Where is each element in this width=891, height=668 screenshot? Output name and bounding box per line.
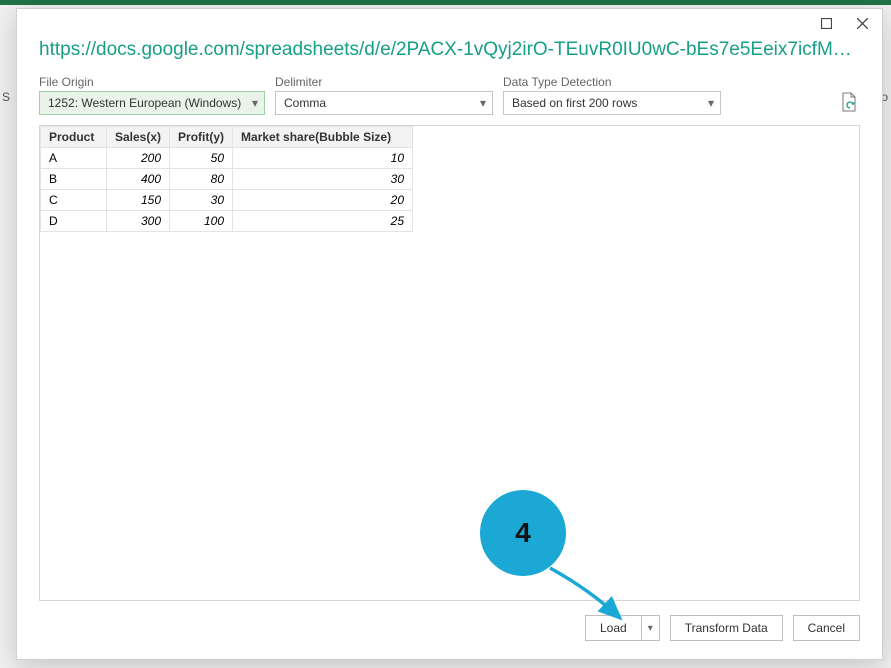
file-origin-select[interactable]: 1252: Western European (Windows) ▾ — [39, 91, 265, 115]
column-header[interactable]: Product — [41, 127, 107, 148]
import-preview-dialog: https://docs.google.com/spreadsheets/d/e… — [16, 8, 883, 660]
transform-data-button[interactable]: Transform Data — [670, 615, 783, 641]
chevron-down-icon: ▾ — [708, 96, 714, 110]
import-settings-row: File Origin 1252: Western European (Wind… — [39, 75, 860, 115]
cell: 400 — [107, 169, 170, 190]
column-header[interactable]: Profit(y) — [170, 127, 233, 148]
maximize-button[interactable] — [812, 12, 840, 34]
cell: A — [41, 148, 107, 169]
cell: 20 — [233, 190, 413, 211]
detection-value: Based on first 200 rows — [512, 96, 637, 110]
background-hint-left: S — [2, 90, 10, 104]
cell: 80 — [170, 169, 233, 190]
chevron-down-icon: ▾ — [648, 623, 653, 634]
column-header[interactable]: Market share(Bubble Size) — [233, 127, 413, 148]
cell: C — [41, 190, 107, 211]
cell: B — [41, 169, 107, 190]
column-header[interactable]: Sales(x) — [107, 127, 170, 148]
cell: 200 — [107, 148, 170, 169]
cell: 30 — [233, 169, 413, 190]
detection-label: Data Type Detection — [503, 75, 721, 89]
cell: 25 — [233, 211, 413, 232]
file-origin-value: 1252: Western European (Windows) — [48, 96, 241, 110]
load-split-button: Load ▾ — [585, 615, 660, 641]
table-row: C 150 30 20 — [41, 190, 413, 211]
delimiter-label: Delimiter — [275, 75, 493, 89]
file-origin-label: File Origin — [39, 75, 265, 89]
table-row: D 300 100 25 — [41, 211, 413, 232]
extract-table-button[interactable] — [838, 89, 860, 115]
cell: 100 — [170, 211, 233, 232]
dialog-footer: Load ▾ Transform Data Cancel — [39, 601, 860, 641]
maximize-icon — [821, 18, 832, 29]
cell: 150 — [107, 190, 170, 211]
source-url-title: https://docs.google.com/spreadsheets/d/e… — [39, 39, 860, 61]
detection-select[interactable]: Based on first 200 rows ▾ — [503, 91, 721, 115]
delimiter-select[interactable]: Comma ▾ — [275, 91, 493, 115]
cell: 300 — [107, 211, 170, 232]
cancel-button[interactable]: Cancel — [793, 615, 860, 641]
close-button[interactable] — [848, 12, 876, 34]
cell: 30 — [170, 190, 233, 211]
document-refresh-icon — [841, 92, 857, 112]
load-button[interactable]: Load — [585, 615, 641, 641]
table-row: B 400 80 30 — [41, 169, 413, 190]
table-header-row: Product Sales(x) Profit(y) Market share(… — [41, 127, 413, 148]
preview-table: Product Sales(x) Profit(y) Market share(… — [40, 126, 413, 232]
cell: 10 — [233, 148, 413, 169]
chevron-down-icon: ▾ — [480, 96, 486, 110]
close-icon — [857, 18, 868, 29]
data-preview-pane: Product Sales(x) Profit(y) Market share(… — [39, 125, 860, 601]
table-row: A 200 50 10 — [41, 148, 413, 169]
chevron-down-icon: ▾ — [252, 96, 258, 110]
cell: D — [41, 211, 107, 232]
delimiter-value: Comma — [284, 96, 326, 110]
titlebar — [17, 9, 882, 37]
cell: 50 — [170, 148, 233, 169]
load-dropdown-button[interactable]: ▾ — [641, 615, 660, 641]
